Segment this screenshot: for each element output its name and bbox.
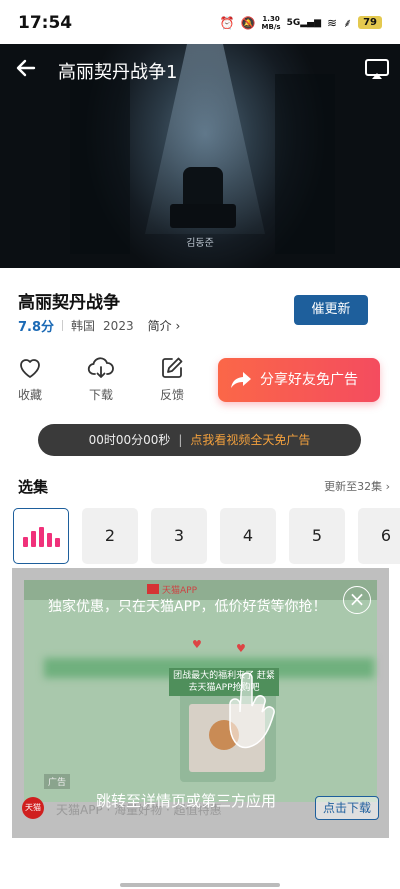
edit-icon xyxy=(162,357,183,378)
signal-icon: 5G▂▄▆ xyxy=(286,17,321,28)
cast-screen-icon xyxy=(365,59,389,79)
intro-link[interactable]: 简介 › xyxy=(148,317,181,334)
player-title: 高丽契丹战争1 xyxy=(58,62,178,83)
heart-icon: ♥ xyxy=(236,642,246,655)
status-icons: ⏰ 🔕 1.30 MB/s 5G▂▄▆ ≋ ⸙ 79 xyxy=(220,14,382,31)
home-indicator[interactable] xyxy=(120,883,280,887)
download-button[interactable]: 下载 xyxy=(79,356,123,403)
ad-jump-text: 跳转至详情页或第三方应用 xyxy=(96,792,277,810)
countdown: 00时00分00秒 xyxy=(88,433,171,447)
status-time: 17:54 xyxy=(18,13,73,33)
ad-banner[interactable]: 天猫APP 团战最大的福利来了 赶紧去天猫APP抢购吧 ♥ ♥ 广告 独家优惠，… xyxy=(12,568,389,838)
episode-item[interactable]: 4 xyxy=(220,508,276,564)
arrow-left-icon xyxy=(16,59,36,77)
ad-download-button[interactable]: 点击下载 xyxy=(315,796,379,820)
feedback-label: 反馈 xyxy=(159,388,184,402)
chevron-right-icon: › xyxy=(385,480,390,493)
share-label: 分享好友免广告 xyxy=(260,372,358,388)
status-bar: 17:54 ⏰ 🔕 1.30 MB/s 5G▂▄▆ ≋ ⸙ 79 xyxy=(0,0,400,44)
episode-item[interactable]: 6 xyxy=(358,508,400,564)
net-speed: 1.30 MB/s xyxy=(261,14,281,31)
divider xyxy=(62,320,64,331)
urge-update-button[interactable]: 催更新 xyxy=(294,295,368,325)
feedback-button[interactable]: 反馈 xyxy=(150,356,194,403)
ad-label: 广告 xyxy=(44,774,71,789)
scene-pillar-right xyxy=(275,74,335,254)
share-ad-free-button[interactable]: 分享好友免广告 xyxy=(218,358,380,402)
timer-divider: | xyxy=(178,433,183,447)
ad-promo-text: 独家优惠，只在天猫APP，低价好货等你抢！ xyxy=(48,599,327,615)
battery-indicator: 79 xyxy=(358,16,382,29)
favorite-label: 收藏 xyxy=(17,388,42,402)
cloud-download-icon xyxy=(87,357,114,378)
tap-hand-icon xyxy=(229,672,275,749)
ad-bottom-bar: 天猫 天猫APP · 海量好物 · 超值特惠 跳转至详情页或第三方应用 点击下载 xyxy=(12,790,389,838)
tmall-logo-icon xyxy=(147,584,159,594)
ad-tmall-tag: 天猫APP xyxy=(162,586,198,596)
year: 2023 xyxy=(103,318,134,333)
show-meta: 7.8分 韩国 2023 简介 › xyxy=(18,316,181,336)
mute-bell-icon: 🔕 xyxy=(240,15,256,30)
alarm-icon: ⏰ xyxy=(219,15,235,30)
watch-video-cta[interactable]: 点我看视频全天免广告 xyxy=(190,433,310,447)
share-arrow-icon xyxy=(231,372,251,388)
heart-icon xyxy=(20,359,40,378)
ad-free-timer-bar[interactable]: 00时00分00秒 | 点我看视频全天免广告 xyxy=(38,424,361,456)
ad-close-button[interactable]: × xyxy=(343,586,371,614)
episode-item[interactable]: 2 xyxy=(82,508,138,564)
download-label: 下载 xyxy=(88,388,113,402)
episodes-header: 选集 xyxy=(18,478,49,496)
episode-list: 2 3 4 5 6 xyxy=(13,508,400,564)
close-icon: × xyxy=(348,587,366,611)
wifi-icon: ≋ xyxy=(327,15,338,30)
show-title: 高丽契丹战争 xyxy=(18,293,120,313)
heart-icon: ♥ xyxy=(192,638,202,651)
cast-button[interactable] xyxy=(364,56,390,82)
leaf-icon: ⸙ xyxy=(343,16,353,30)
episode-item[interactable]: 5 xyxy=(289,508,345,564)
scene-throne xyxy=(170,204,236,228)
chevron-right-icon: › xyxy=(175,319,181,333)
episodes-update-link[interactable]: 更新至32集 › xyxy=(324,478,390,494)
back-button[interactable] xyxy=(14,56,40,82)
now-playing-icon xyxy=(23,527,61,547)
favorite-button[interactable]: 收藏 xyxy=(8,356,52,403)
video-caption: 김동준 xyxy=(186,238,214,249)
scene-pillar-left xyxy=(70,74,130,254)
region: 韩国 xyxy=(71,319,96,333)
episode-item-playing[interactable] xyxy=(13,508,69,564)
episode-item[interactable]: 3 xyxy=(151,508,207,564)
video-player[interactable]: 김동준 高丽契丹战争1 xyxy=(0,44,400,268)
tmall-brand-logo: 天猫 xyxy=(22,797,44,819)
rating: 7.8分 xyxy=(18,320,55,335)
